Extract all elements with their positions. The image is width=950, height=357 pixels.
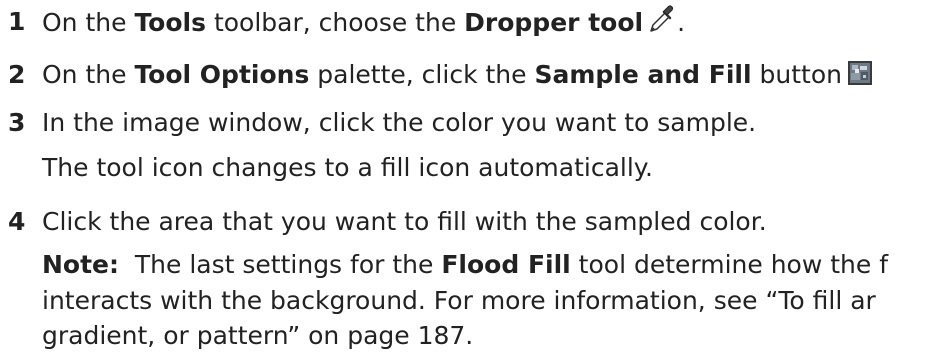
step-2-text-a: On the (42, 60, 135, 89)
dropper-tool-label: Dropper tool (464, 8, 644, 37)
step-3-number: 3 (8, 108, 26, 137)
step-4-text: Click the area that you want to fill wit… (42, 207, 767, 236)
step-1-text: On the Tools toolbar, choose the Dropper… (42, 5, 686, 39)
sample-and-fill-label: Sample and Fill (534, 60, 752, 89)
step-1-number: 1 (8, 7, 26, 36)
sample-and-fill-button-icon (847, 61, 872, 85)
step-4-note: Note: The last settings for the Flood Fi… (42, 252, 888, 277)
tools-toolbar-label: Tools (134, 8, 206, 37)
step-4-number: 4 (8, 207, 26, 236)
step-4-note-line-3: gradient, or pattern” on page 187. (42, 321, 474, 350)
step-3-followup: The tool icon changes to a fill icon aut… (42, 153, 653, 182)
step-2-number: 2 (8, 60, 26, 89)
step-2-text-c: button (751, 60, 842, 89)
step-1-text-c: . (677, 8, 686, 37)
flood-fill-label: Flood Fill (441, 250, 571, 279)
note-text-b: tool determine how the f (570, 250, 889, 279)
step-3-text: In the image window, click the color you… (42, 108, 757, 137)
step-1-text-b: toolbar, choose the (206, 8, 465, 37)
step-2-text: On the Tool Options palette, click the S… (42, 60, 872, 89)
tool-options-palette-label: Tool Options (134, 60, 310, 89)
step-1-text-a: On the (42, 8, 135, 37)
step-2-text-b: palette, click the (309, 60, 535, 89)
note-text-a: The last settings for the (119, 250, 442, 279)
step-4-note-line-2: interacts with the background. For more … (42, 286, 876, 315)
dropper-icon (647, 5, 677, 35)
note-label: Note: (42, 250, 120, 279)
